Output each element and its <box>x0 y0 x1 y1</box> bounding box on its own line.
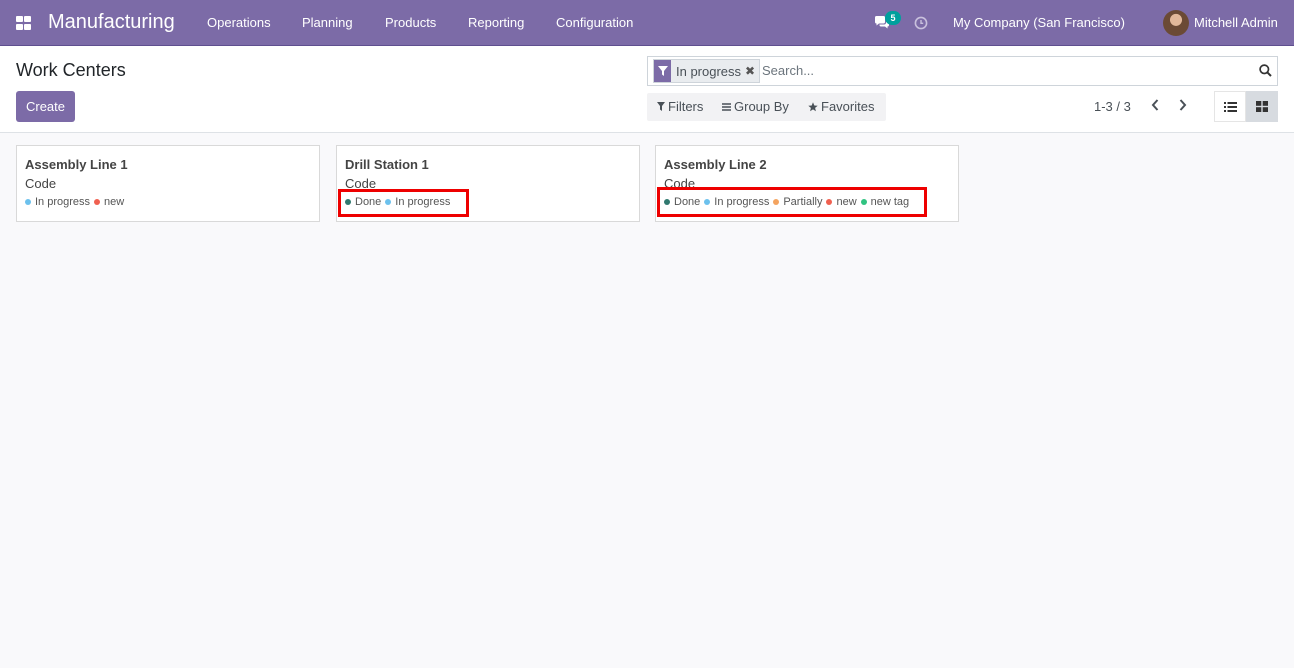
tag: In progress <box>25 196 90 208</box>
tag: In progress <box>385 196 450 208</box>
card-title: Assembly Line 1 <box>25 157 128 172</box>
tag-label: new <box>836 196 857 208</box>
control-panel: Work Centers Create In progress ✖ Filter… <box>0 46 1294 133</box>
tag-label: Partially <box>783 196 823 208</box>
tag-label: In progress <box>714 196 770 208</box>
tag-list: In progress new <box>25 196 124 208</box>
tag: Partially <box>773 196 822 208</box>
star-icon <box>808 101 818 111</box>
list-icon <box>722 102 731 111</box>
app-name[interactable]: Manufacturing <box>48 11 175 34</box>
search-input[interactable] <box>762 63 1242 78</box>
top-navbar: Manufacturing Operations Planning Produc… <box>0 0 1294 46</box>
tag-list: Done In progress Partially new new tag <box>664 196 909 208</box>
list-view-icon <box>1223 101 1237 112</box>
grid-icon[interactable] <box>16 16 32 30</box>
favorites-button[interactable]: Favorites <box>808 99 874 114</box>
menu-operations[interactable]: Operations <box>207 15 271 30</box>
filters-label: Filters <box>668 99 704 114</box>
card-title: Drill Station 1 <box>345 157 429 172</box>
tag-dot <box>826 199 833 205</box>
search-icon[interactable] <box>1259 64 1272 80</box>
group-by-button[interactable]: Group By <box>722 99 789 114</box>
kanban-card[interactable]: Assembly Line 1 Code In progress new <box>16 145 320 222</box>
filter-icon <box>654 60 671 82</box>
kanban-view-icon <box>1256 101 1268 112</box>
tag: new tag <box>860 196 910 208</box>
search-facet: In progress ✖ <box>653 59 761 83</box>
tag-dot <box>345 199 351 205</box>
chevron-right-icon[interactable] <box>1178 98 1188 115</box>
page-title: Work Centers <box>16 60 126 80</box>
menu-products[interactable]: Products <box>385 15 436 30</box>
clock-icon[interactable] <box>914 16 928 33</box>
tag: In progress <box>704 196 769 208</box>
create-button[interactable]: Create <box>16 91 75 122</box>
tag: new <box>826 196 857 208</box>
tag-label: In progress <box>35 196 91 208</box>
group-by-label: Group By <box>734 99 789 114</box>
tag-label: new <box>104 196 125 208</box>
kanban-view-button[interactable] <box>1246 91 1278 122</box>
card-code: Code <box>664 176 696 191</box>
avatar[interactable] <box>1163 10 1189 36</box>
tag-dot <box>773 199 780 205</box>
messages-count-badge: 5 <box>885 11 901 25</box>
tag-dot <box>704 199 711 205</box>
tag-dot <box>860 199 867 205</box>
filters-button[interactable]: Filters <box>657 99 703 114</box>
menu-configuration[interactable]: Configuration <box>556 15 633 30</box>
search-options: Filters Group By Favorites <box>647 93 886 121</box>
tag: Done <box>345 196 381 208</box>
filter-icon <box>657 102 665 111</box>
facet-label: In progress <box>676 63 742 79</box>
menu-planning[interactable]: Planning <box>302 15 353 30</box>
user-menu[interactable]: Mitchell Admin <box>1194 15 1278 30</box>
search-bar: In progress ✖ <box>647 56 1278 86</box>
tag: new <box>94 196 124 208</box>
tag-dot <box>664 199 670 205</box>
company-switcher[interactable]: My Company (San Francisco) <box>953 15 1125 30</box>
tag-label: Done <box>355 196 382 208</box>
menu-reporting[interactable]: Reporting <box>468 15 524 30</box>
kanban-card[interactable]: Assembly Line 2 Code Done In progress Pa… <box>655 145 959 222</box>
pager-value[interactable]: 1-3 / 3 <box>1094 99 1131 114</box>
tag-dot <box>385 199 392 205</box>
card-title: Assembly Line 2 <box>664 157 767 172</box>
tag-dot <box>94 199 101 205</box>
tag-label: In progress <box>395 196 451 208</box>
list-view-button[interactable] <box>1214 91 1246 122</box>
kanban-card[interactable]: Drill Station 1 Code Done In progress <box>336 145 640 222</box>
favorites-label: Favorites <box>821 99 875 114</box>
chevron-left-icon[interactable] <box>1150 98 1160 115</box>
card-code: Code <box>345 176 377 191</box>
tag: Done <box>664 196 700 208</box>
tag-label: new tag <box>870 196 910 208</box>
tag-label: Done <box>674 196 701 208</box>
tag-list: Done In progress <box>345 196 450 208</box>
tag-dot <box>25 199 31 205</box>
card-code: Code <box>25 176 57 191</box>
close-icon[interactable]: ✖ <box>745 64 759 78</box>
